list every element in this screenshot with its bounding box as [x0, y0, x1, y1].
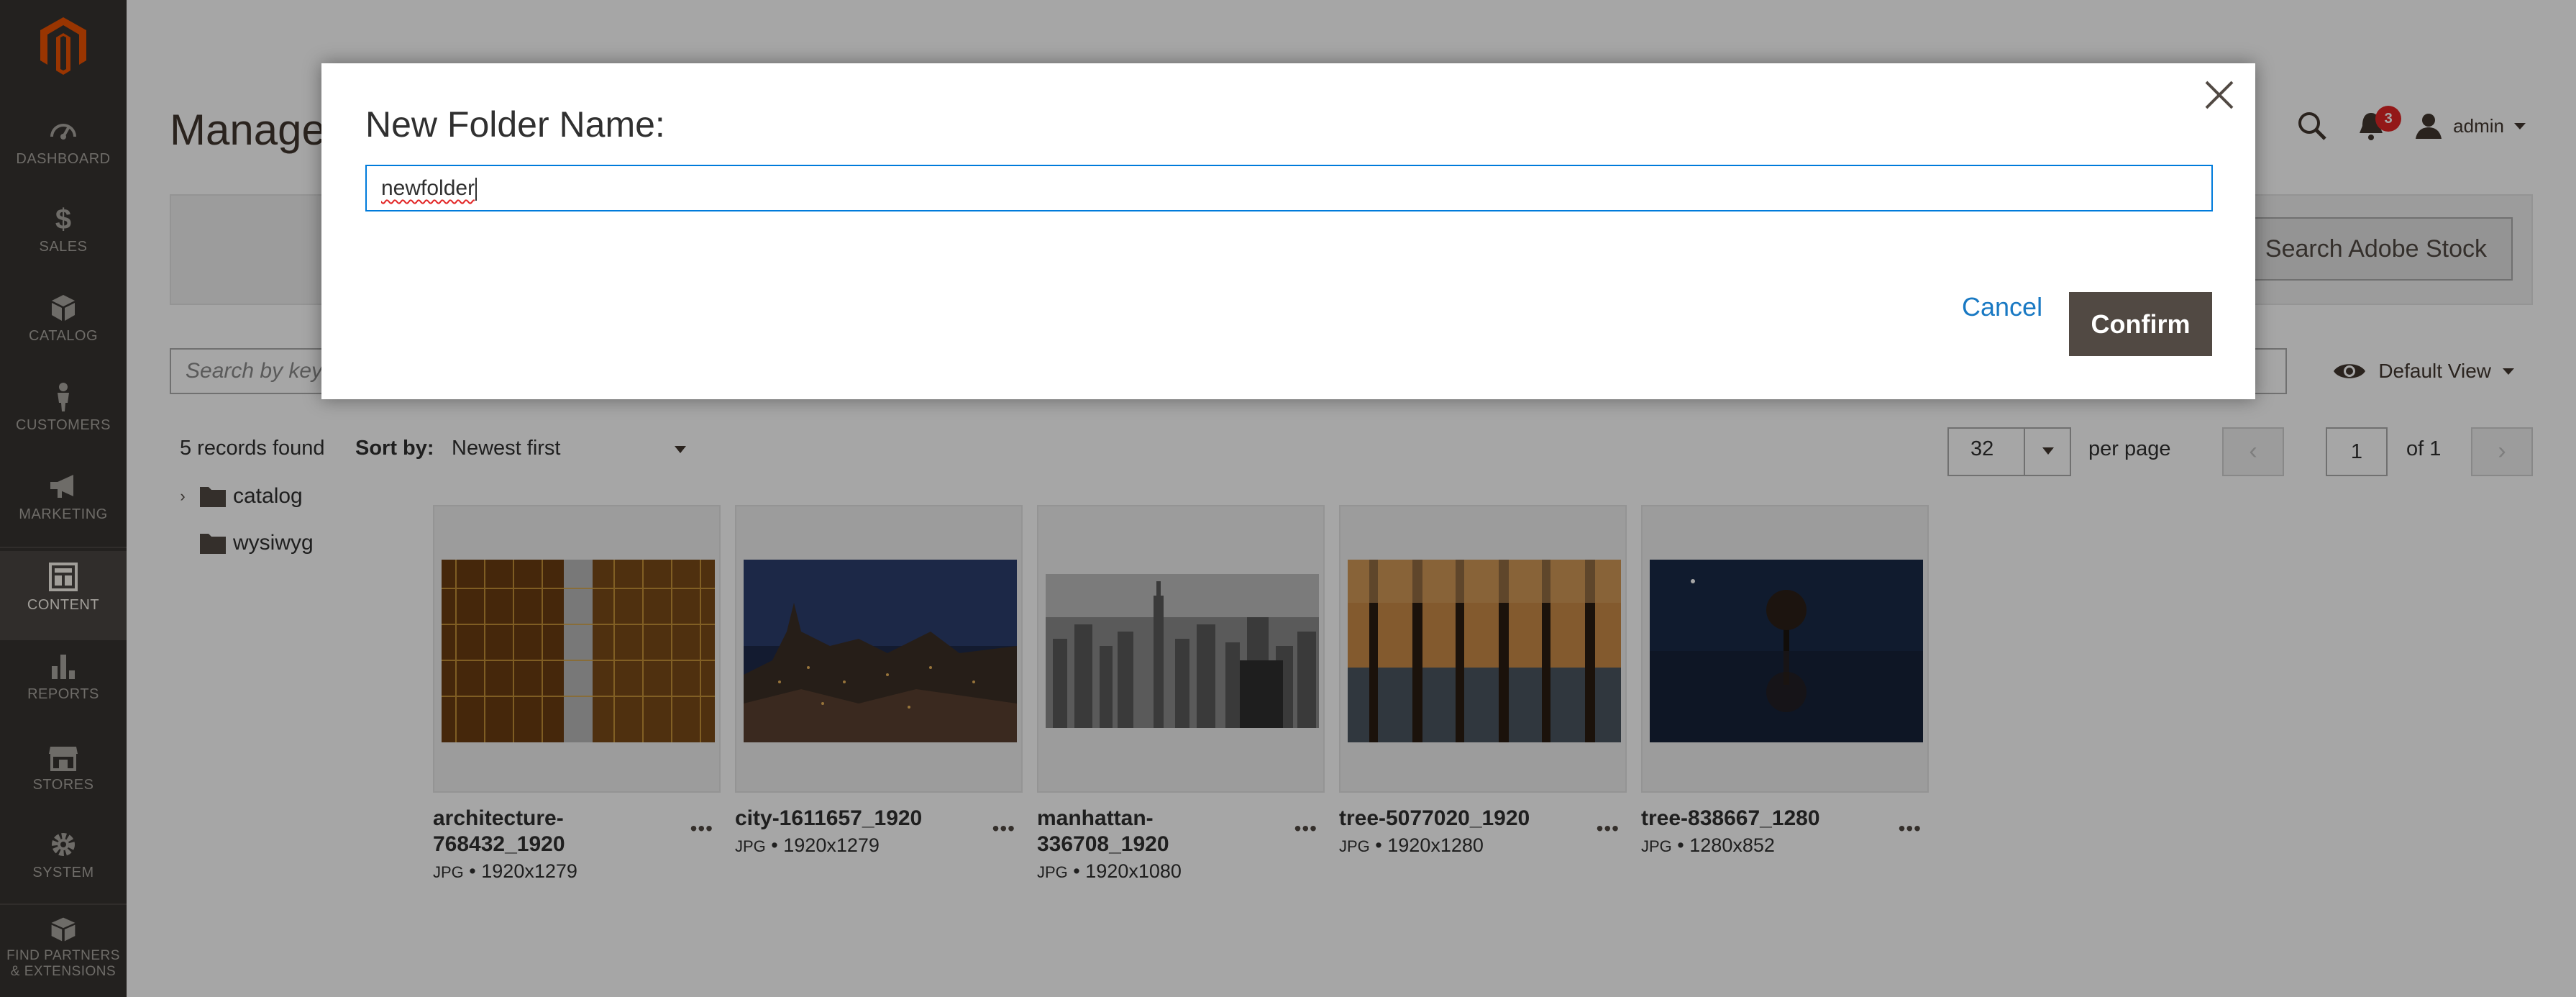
folder-name-value: newfolder [381, 176, 475, 200]
folder-name-input[interactable]: newfolder [365, 165, 2213, 211]
confirm-button[interactable]: Confirm [2069, 292, 2212, 356]
new-folder-modal: New Folder Name: newfolder Cancel Confir… [321, 63, 2255, 399]
text-caret [475, 178, 478, 201]
modal-title: New Folder Name: [365, 104, 665, 145]
close-icon[interactable] [2198, 73, 2241, 117]
cancel-button[interactable]: Cancel [1962, 292, 2042, 322]
